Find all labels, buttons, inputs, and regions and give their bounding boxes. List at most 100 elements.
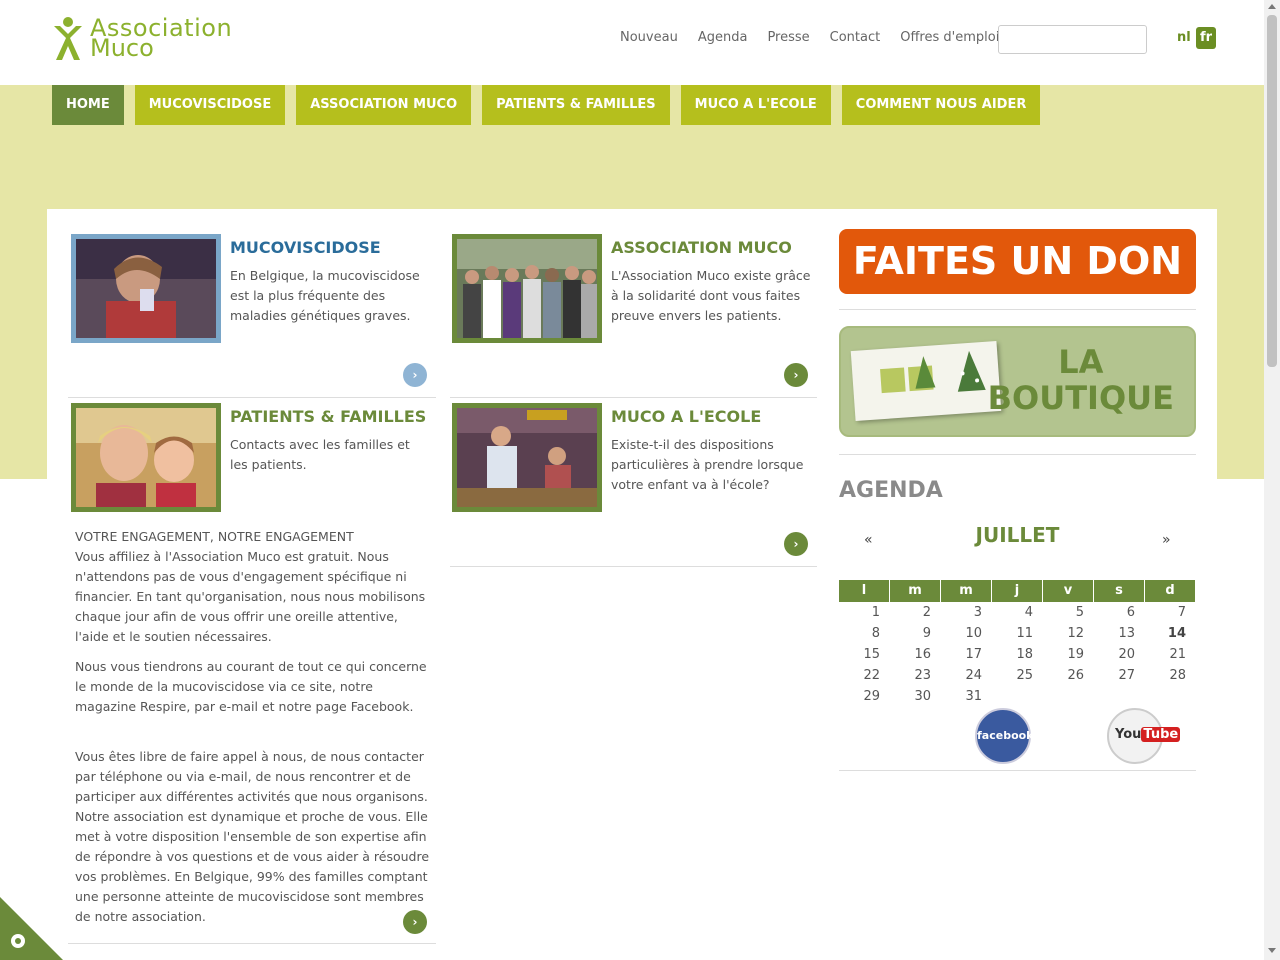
calendar-day[interactable]: 23 [890,665,941,686]
calendar-day[interactable]: 25 [992,665,1043,686]
card-association-title[interactable]: ASSOCIATION MUCO [611,238,792,257]
card-ecole-arrow-icon[interactable]: › [784,532,808,556]
card-ecole-image[interactable] [452,403,602,512]
calendar-day[interactable]: 26 [1043,665,1094,686]
calendar-day[interactable]: 28 [1145,665,1196,686]
calendar-day[interactable]: 16 [890,644,941,665]
lang-fr-link[interactable]: fr [1196,27,1216,49]
calendar-day[interactable]: 6 [1094,602,1145,623]
divider [450,397,817,398]
toplink-contact[interactable]: Contact [830,30,881,45]
calendar-day[interactable] [1145,686,1196,707]
boutique-banner[interactable]: LA BOUTIQUE [839,326,1196,437]
nav-muco-ecole[interactable]: MUCO A L'ECOLE [680,85,831,125]
engagement-heading: VOTRE ENGAGEMENT, NOTRE ENGAGEMENT [75,529,354,544]
nav-comment-aider[interactable]: COMMENT NOUS AIDER [841,85,1041,125]
calendar-day[interactable]: 2 [890,602,941,623]
scroll-up-icon[interactable] [1268,4,1276,9]
calendar-day[interactable]: 15 [839,644,890,665]
nav-mucoviscidose[interactable]: MUCOVISCIDOSE [134,85,286,125]
school-photo [457,408,597,507]
calendar-day[interactable]: 19 [1043,644,1094,665]
calendar-day[interactable] [992,686,1043,707]
calendar-prev-button[interactable]: « [864,532,873,548]
calendar-day[interactable]: 3 [941,602,992,623]
divider [839,454,1196,455]
facebook-icon[interactable]: facebook [975,708,1034,764]
card-patients-text: Contacts avec les familles et les patien… [230,437,410,472]
calendar-day[interactable]: 1 [839,602,890,623]
calendar-day[interactable]: 11 [992,623,1043,644]
nav-association-muco[interactable]: ASSOCIATION MUCO [296,85,472,125]
main-nav: HOME MUCOVISCIDOSE ASSOCIATION MUCO PATI… [52,85,1051,125]
engagement-paragraph-1: Vous affiliez à l'Association Muco est g… [75,549,426,644]
calendar-day[interactable]: 9 [890,623,941,644]
calendar-day[interactable]: 29 [839,686,890,707]
youtube-label-you: You [1115,727,1142,742]
card-mucoviscidose-image[interactable] [71,234,221,343]
calendar-day[interactable]: 7 [1145,602,1196,623]
calendar-day[interactable]: 20 [1094,644,1145,665]
divider [68,943,436,944]
cookie-settings-icon[interactable] [0,897,63,960]
scroll-down-icon[interactable] [1268,948,1276,953]
divider [450,566,817,567]
page-scrollbar[interactable] [1264,0,1280,960]
association-muco-logo[interactable]: Association Muco [50,14,270,62]
card-mucoviscidose-title[interactable]: MUCOVISCIDOSE [230,238,381,257]
calendar-day[interactable]: 12 [1043,623,1094,644]
engagement-section: VOTRE ENGAGEMENT, NOTRE ENGAGEMENT Vous … [75,527,435,937]
weekday-header: v [1043,580,1093,602]
card-mucoviscidose-text: En Belgique, la mucoviscidose est la plu… [230,268,420,323]
calendar-day[interactable]: 30 [890,686,941,707]
toplink-nouveau[interactable]: Nouveau [620,30,678,45]
logo-line2: Muco [90,34,154,62]
calendar-day[interactable]: 4 [992,602,1043,623]
calendar-day[interactable]: 24 [941,665,992,686]
agenda-title: AGENDA [839,478,943,503]
weekday-header: j [992,580,1042,602]
engagement-arrow-icon[interactable]: › [403,910,427,934]
youtube-logo: You Tube [1115,727,1181,742]
calendar-next-button[interactable]: » [1162,532,1171,548]
calendar-day[interactable]: 31 [941,686,992,707]
calendar-day[interactable] [1043,686,1094,707]
divider [839,309,1196,310]
engagement-paragraph-3: Vous êtes libre de faire appel à nous, d… [75,749,430,924]
calendar-day[interactable]: 22 [839,665,890,686]
nav-home[interactable]: HOME [52,85,124,125]
mother-child-photo [76,408,216,507]
card-association-arrow-icon[interactable]: › [784,363,808,387]
calendar-day[interactable]: 8 [839,623,890,644]
calendar-day[interactable]: 18 [992,644,1043,665]
toplink-offres-emploi[interactable]: Offres d'emploi [900,30,999,45]
youtube-label-tube: Tube [1141,727,1181,742]
card-patients-image[interactable] [71,403,221,512]
calendar-day[interactable]: 10 [941,623,992,644]
calendar-day[interactable]: 17 [941,644,992,665]
card-ecole-title[interactable]: MUCO A L'ECOLE [611,407,761,426]
card-mucoviscidose-arrow-icon[interactable]: › [403,363,427,387]
calendar-day-today[interactable]: 14 [1145,623,1196,644]
calendar-day[interactable]: 5 [1043,602,1094,623]
card-patients-title[interactable]: PATIENTS & FAMILLES [230,407,426,426]
calendar-day[interactable]: 13 [1094,623,1145,644]
calendar-day[interactable]: 27 [1094,665,1145,686]
calendar-day[interactable]: 21 [1145,644,1196,665]
calendar-week: 29 30 31 [839,686,1196,707]
scrollbar-thumb[interactable] [1267,15,1277,367]
donate-button[interactable]: FAITES UN DON [839,229,1196,294]
lang-nl-link[interactable]: nl [1177,30,1191,45]
search-input[interactable] [998,25,1147,54]
calendar-week: 22 23 24 25 26 27 28 [839,665,1196,686]
divider [839,770,1196,771]
calendar-week: 15 16 17 18 19 20 21 [839,644,1196,665]
card-association-image[interactable] [452,234,602,343]
nav-patients-familles[interactable]: PATIENTS & FAMILLES [482,85,670,125]
calendar-day[interactable] [1094,686,1145,707]
weekday-header: l [839,580,889,602]
toplink-agenda[interactable]: Agenda [698,30,748,45]
toplink-presse[interactable]: Presse [767,30,809,45]
weekday-header: d [1145,580,1195,602]
youtube-icon[interactable]: You Tube [1107,708,1181,764]
